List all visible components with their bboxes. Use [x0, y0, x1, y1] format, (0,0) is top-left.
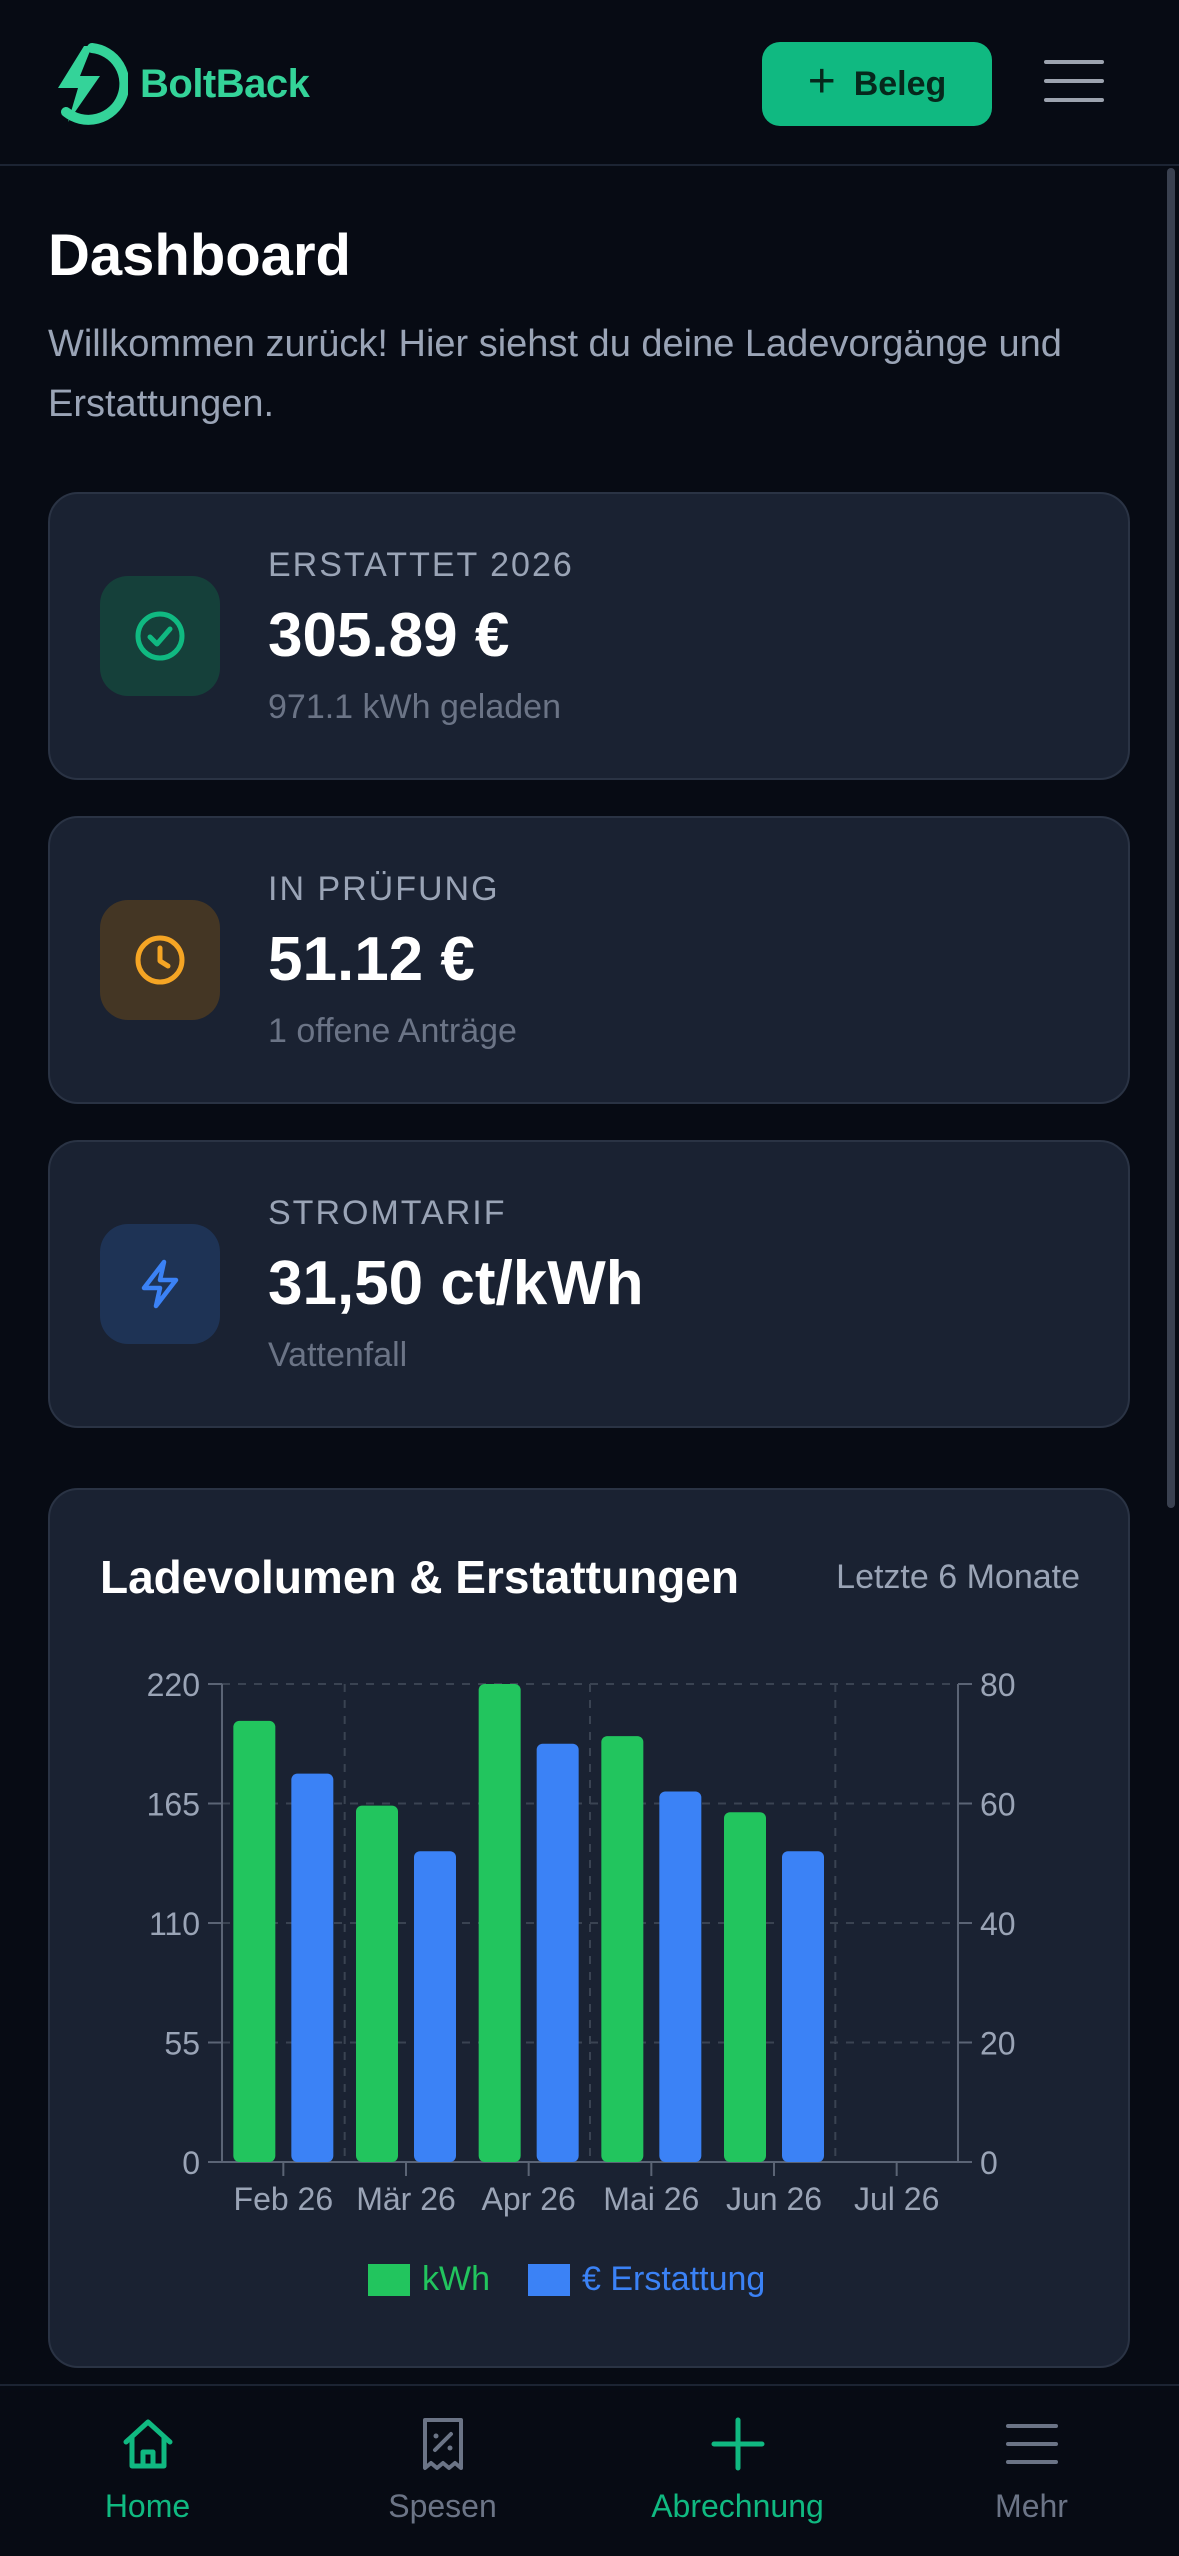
- refunded-card[interactable]: ERSTATTET 2026 305.89 € 971.1 kWh gelade…: [48, 492, 1130, 780]
- card-label: IN PRÜFUNG: [268, 870, 500, 908]
- card-subtext: 971.1 kWh geladen: [268, 688, 561, 726]
- add-receipt-button[interactable]: + Beleg: [762, 42, 992, 126]
- bar-kwh: [478, 1684, 521, 2162]
- card-subtext: 1 offene Anträge: [268, 1012, 517, 1050]
- nav-abrechnung[interactable]: Abrechnung: [590, 2386, 885, 2556]
- check-circle-icon: [100, 576, 220, 696]
- in-review-card[interactable]: IN PRÜFUNG 51.12 € 1 offene Anträge: [48, 816, 1130, 1104]
- x-tick-label: Jul 26: [854, 2181, 939, 2217]
- y-right-tick-label: 60: [980, 1787, 1016, 1823]
- nav-label: Spesen: [388, 2488, 497, 2524]
- card-label: ERSTATTET 2026: [268, 546, 574, 584]
- nav-label: Home: [104, 2488, 191, 2524]
- bar-erstattung: [782, 1851, 824, 2162]
- bar-kwh: [233, 1720, 276, 2162]
- y-right-tick-label: 80: [980, 1667, 1016, 1703]
- menu-icon: [1005, 2424, 1058, 2464]
- y-left-tick-label: 55: [164, 2026, 200, 2062]
- brand-name: BoltBack: [140, 61, 310, 106]
- card-subtext: Vattenfall: [268, 1336, 408, 1374]
- card-value: 31,50 ct/kWh: [268, 1249, 644, 1318]
- legend-swatch: [528, 2264, 570, 2296]
- bar-erstattung: [659, 1791, 702, 2162]
- y-right-tick-label: 20: [980, 2026, 1016, 2062]
- bar-kwh: [601, 1736, 644, 2162]
- card-value: 305.89 €: [268, 601, 510, 670]
- x-tick-label: Jun 26: [726, 2181, 822, 2217]
- page-title: Dashboard: [48, 223, 351, 288]
- lightning-icon: [100, 1224, 220, 1344]
- nav-mehr[interactable]: Mehr: [884, 2386, 1179, 2556]
- legend-label: kWh: [422, 2260, 490, 2298]
- nav-label: Abrechnung: [651, 2488, 824, 2524]
- bar-kwh: [356, 1805, 398, 2162]
- tariff-card[interactable]: STROMTARIF 31,50 ct/kWh Vattenfall: [48, 1140, 1130, 1428]
- x-tick-label: Feb 26: [234, 2181, 334, 2217]
- legend-label: € Erstattung: [582, 2260, 765, 2298]
- y-left-tick-label: 0: [182, 2145, 200, 2181]
- bar-erstattung: [536, 1743, 579, 2162]
- card-value: 51.12 €: [268, 925, 475, 994]
- y-left-tick-label: 165: [147, 1787, 200, 1823]
- chart-svg: 220 165 110 55 0 80 60 40 20 0 Feb 26 Mär 26 Apr 26 M…: [147, 1667, 1016, 2298]
- bar-erstattung: [414, 1851, 456, 2162]
- x-tick-label: Mai 26: [603, 2181, 699, 2217]
- nav-home[interactable]: Home: [0, 2386, 295, 2556]
- bottom-nav: Home Spesen Abrechnung Mehr: [0, 2384, 1179, 2556]
- chart-card: Ladevolumen & Erstattungen Letzte 6 Mona…: [48, 1488, 1130, 2368]
- home-icon: [123, 2419, 172, 2469]
- y-left-tick-label: 110: [149, 1906, 200, 1942]
- legend-swatch: [368, 2264, 410, 2296]
- plus-icon: [711, 2417, 764, 2471]
- card-label: STROMTARIF: [268, 1194, 507, 1232]
- plus-icon: +: [807, 55, 836, 108]
- top-bar: BoltBack + Beleg: [0, 0, 1179, 166]
- bar-kwh: [724, 1812, 766, 2162]
- page-subtitle: Willkommen zurück! Hier siehst du deine …: [48, 323, 1062, 425]
- y-right-tick-label: 0: [980, 2145, 998, 2181]
- scrollbar[interactable]: [1167, 168, 1175, 1508]
- clock-icon: [100, 900, 220, 1020]
- x-tick-label: Apr 26: [482, 2181, 576, 2217]
- bar-erstattung: [291, 1773, 334, 2162]
- bolt-logo-icon: [58, 43, 128, 125]
- y-right-tick-label: 40: [980, 1906, 1016, 1942]
- receipt-icon: [422, 2418, 463, 2470]
- menu-icon[interactable]: [1044, 60, 1104, 104]
- x-tick-label: Mär 26: [356, 2181, 456, 2217]
- nav-spesen[interactable]: Spesen: [295, 2386, 590, 2556]
- brand-logo[interactable]: BoltBack: [48, 42, 310, 126]
- y-left-tick-label: 220: [147, 1667, 200, 1703]
- add-receipt-label: Beleg: [853, 64, 947, 103]
- nav-label: Mehr: [995, 2488, 1068, 2524]
